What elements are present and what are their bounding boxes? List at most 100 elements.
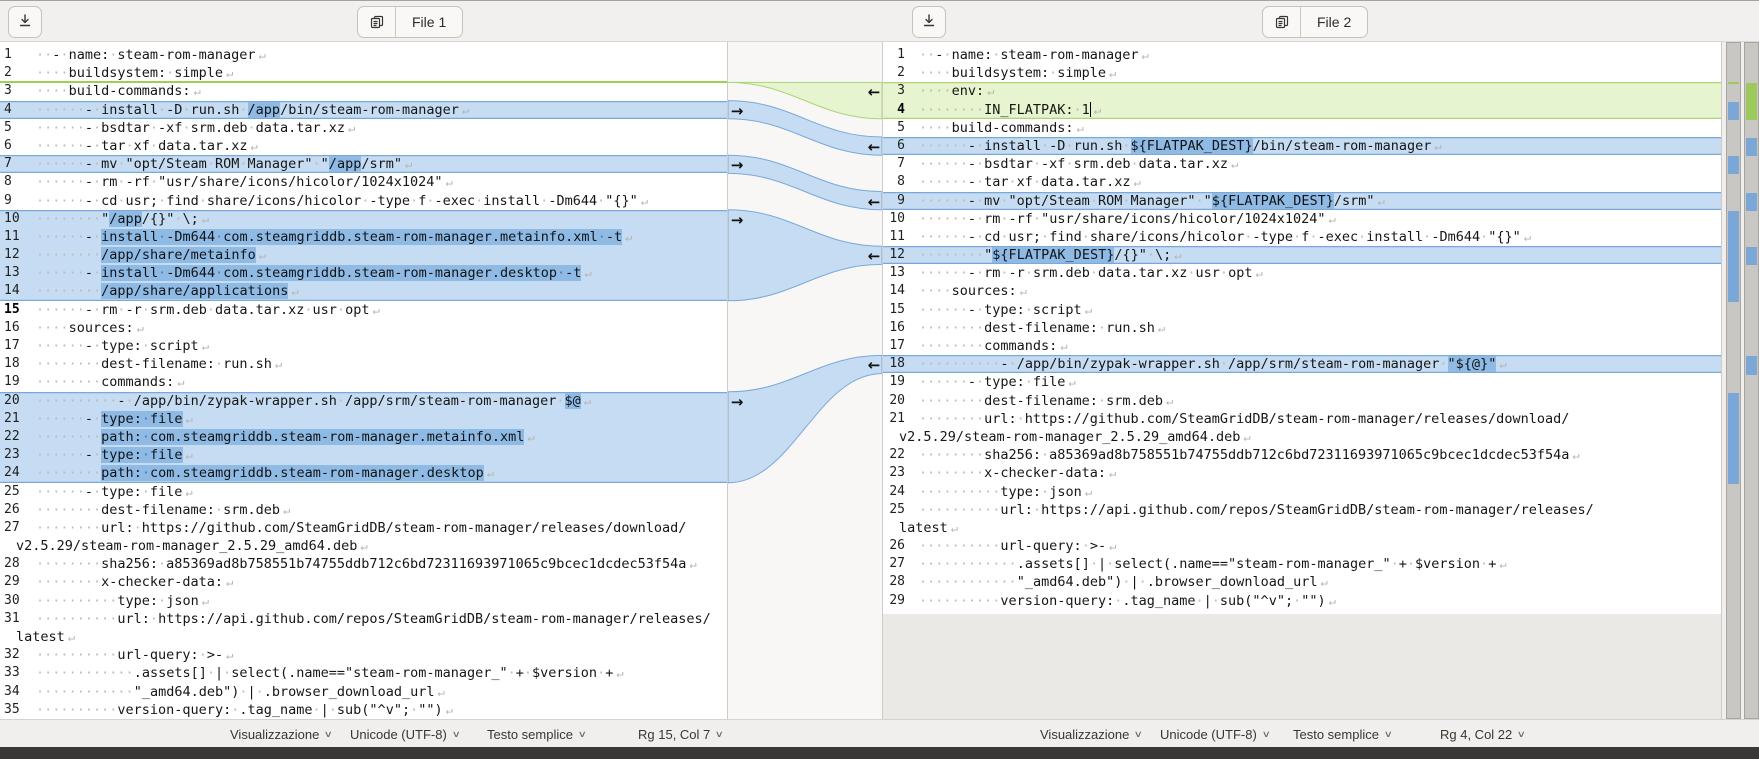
code-line[interactable]: 34············"_amd64.deb")·|·.browser_d… xyxy=(0,683,727,701)
statusbar-right-encoding-menu[interactable]: Unicode (UTF-8)∨ xyxy=(1160,720,1269,748)
code-line[interactable]: 17········commands:↵ xyxy=(883,337,1721,355)
code-line[interactable]: 29··········version-query:·.tag_name·|·s… xyxy=(883,592,1721,610)
file1-button[interactable]: File 1 xyxy=(357,6,463,38)
code-line[interactable]: 10········"/app/{}"·\;↵ xyxy=(0,210,727,228)
code-line[interactable]: 9······-·cd·usr;·find·share/icons/hicolo… xyxy=(0,192,727,210)
code-line[interactable]: 18········dest-filename:·run.sh↵ xyxy=(0,355,727,373)
code-line[interactable]: 19······-·type:·file↵ xyxy=(883,373,1721,391)
code-line[interactable]: 27········url:·https://github.com/SteamG… xyxy=(0,519,727,537)
code-line[interactable]: 3····env:↵ xyxy=(883,82,1721,100)
statusbar-left-cursor-position[interactable]: Rg 15, Col 7∨ xyxy=(638,720,723,748)
code-line[interactable]: 10······-·rm·-rf·"usr/share/icons/hicolo… xyxy=(883,210,1721,228)
code-line[interactable]: 25··········url:·https://api.github.com/… xyxy=(883,501,1721,519)
code-line[interactable]: 33············.assets[]·|·select(.name==… xyxy=(0,664,727,682)
push-change-left-arrow[interactable]: ← xyxy=(866,356,882,374)
code-line[interactable]: 1··-·name:·steam-rom-manager↵ xyxy=(883,46,1721,64)
code-line[interactable]: 22········sha256:·a85369ad8b758551b74755… xyxy=(883,446,1721,464)
code-line[interactable]: 31··········url:·https://api.github.com/… xyxy=(0,610,727,628)
code-line[interactable]: 28············"_amd64.deb")·|·.browser_d… xyxy=(883,573,1721,591)
code-line[interactable]: 22········path:·com.steamgriddb.steam-ro… xyxy=(0,428,727,446)
code-line[interactable]: 7······-·mv·"opt/Steam·ROM·Manager"·"/ap… xyxy=(0,155,727,173)
code-line[interactable]: 29········x-checker-data:↵ xyxy=(0,573,727,591)
newline-icon: ↵ xyxy=(348,121,355,135)
code-line[interactable]: 3····build-commands:↵ xyxy=(0,82,727,100)
code-line[interactable]: 6······-·tar·xf·data.tar.xz↵ xyxy=(0,137,727,155)
statusbar-left-view-menu[interactable]: Visualizzazione∨ xyxy=(230,720,332,748)
code-line[interactable]: 8······-·rm·-rf·"usr/share/icons/hicolor… xyxy=(0,173,727,191)
code-line[interactable]: 16········dest-filename:·run.sh↵ xyxy=(883,319,1721,337)
code-line[interactable]: 1··-·name:·steam-rom-manager↵ xyxy=(0,46,727,64)
code-line[interactable]: 14········/app/share/applications↵ xyxy=(0,282,727,300)
push-change-left-arrow[interactable]: ← xyxy=(866,138,882,156)
push-change-left-arrow[interactable]: ← xyxy=(866,193,882,211)
copy-icon[interactable] xyxy=(1263,7,1301,37)
code-line[interactable]: 4········IN_FLATPAK:·1↵ xyxy=(883,101,1721,119)
code-line[interactable]: 20··········-·/app/bin/zypak-wrapper.sh·… xyxy=(0,392,727,410)
code-line[interactable]: 20········dest-filename:·srm.deb↵ xyxy=(883,392,1721,410)
code-line[interactable]: 28········sha256:·a85369ad8b758551b74755… xyxy=(0,555,727,573)
code-line[interactable]: 4······-·install·-D·run.sh·/app/bin/stea… xyxy=(0,101,727,119)
code-line[interactable]: 32··········url-query:·>-↵ xyxy=(0,646,727,664)
statusbar-right-cursor-position[interactable]: Rg 4, Col 22∨ xyxy=(1440,720,1525,748)
diff-left-pane[interactable]: 1··-·name:·steam-rom-manager↵2····builds… xyxy=(0,42,728,719)
save-left-button[interactable] xyxy=(8,6,42,38)
code-line[interactable]: latest↵ xyxy=(0,628,727,646)
push-change-right-arrow[interactable]: → xyxy=(729,211,745,229)
push-change-left-arrow[interactable]: ← xyxy=(866,247,882,265)
push-change-right-arrow[interactable]: → xyxy=(729,102,745,120)
statusbar-right-syntax-menu[interactable]: Testo semplice∨ xyxy=(1293,720,1392,748)
code-line[interactable]: 26··········url-query:·>-↵ xyxy=(883,537,1721,555)
newline-icon: ↵ xyxy=(437,685,444,699)
code-line[interactable]: latest↵ xyxy=(883,519,1721,537)
file2-button[interactable]: File 2 xyxy=(1262,6,1368,38)
diff-right-pane[interactable]: 1··-·name:·steam-rom-manager↵2····builds… xyxy=(882,42,1722,719)
code-line[interactable]: v2.5.29/steam-rom-manager_2.5.29_amd64.d… xyxy=(0,537,727,555)
code-line[interactable]: 25······-·type:·file↵ xyxy=(0,483,727,501)
code-line[interactable]: 18··········-·/app/bin/zypak-wrapper.sh·… xyxy=(883,355,1721,373)
copy-icon[interactable] xyxy=(358,7,396,37)
code-line[interactable]: 12········/app/share/metainfo↵ xyxy=(0,246,727,264)
code-line[interactable]: 7······-·bsdtar·-xf·srm.deb·data.tar.xz↵ xyxy=(883,155,1721,173)
code-text: ··········version-query:·.tag_name·|·sub… xyxy=(883,592,1721,610)
code-line[interactable]: 16····sources:↵ xyxy=(0,319,727,337)
code-line[interactable]: 30··········type:·json↵ xyxy=(0,592,727,610)
code-line[interactable]: 9······-·mv·"opt/Steam·ROM·Manager"·"${F… xyxy=(883,192,1721,210)
line-number: 21 xyxy=(4,410,30,428)
overview-map-right[interactable] xyxy=(1744,42,1759,719)
statusbar-left-encoding-menu[interactable]: Unicode (UTF-8)∨ xyxy=(350,720,459,748)
code-line[interactable]: 26········dest-filename:·srm.deb↵ xyxy=(0,501,727,519)
save-right-button[interactable] xyxy=(912,6,946,38)
code-line[interactable]: 27············.assets[]·|·select(.name==… xyxy=(883,555,1721,573)
code-line[interactable]: 35··········version-query:·.tag_name·|·s… xyxy=(0,701,727,719)
code-line[interactable]: 8······-·tar·xf·data.tar.xz↵ xyxy=(883,173,1721,191)
code-line[interactable]: 11······-·install·-Dm644·com.steamgriddb… xyxy=(0,228,727,246)
code-line[interactable]: 13······-·rm·-r·srm.deb·data.tar.xz·usr·… xyxy=(883,264,1721,282)
push-change-right-arrow[interactable]: → xyxy=(729,393,745,411)
overview-map-left[interactable] xyxy=(1726,42,1741,719)
code-line[interactable]: 15······-·type:·script↵ xyxy=(883,301,1721,319)
code-line[interactable]: 23········x-checker-data:↵ xyxy=(883,464,1721,482)
code-line[interactable]: 11······-·cd·usr;·find·share/icons/hicol… xyxy=(883,228,1721,246)
statusbar-right-view-menu[interactable]: Visualizzazione∨ xyxy=(1040,720,1142,748)
push-change-left-arrow[interactable]: ← xyxy=(866,83,882,101)
code-line[interactable]: 21······-·type:·file↵ xyxy=(0,410,727,428)
statusbar-left-syntax-menu[interactable]: Testo semplice∨ xyxy=(487,720,586,748)
code-line[interactable]: 24··········type:·json↵ xyxy=(883,483,1721,501)
code-line[interactable]: 17······-·type:·script↵ xyxy=(0,337,727,355)
code-line[interactable]: 14····sources:↵ xyxy=(883,282,1721,300)
line-number: 16 xyxy=(4,319,30,337)
code-line[interactable]: 21········url:·https://github.com/SteamG… xyxy=(883,410,1721,428)
code-line[interactable]: 2····buildsystem:·simple↵ xyxy=(0,64,727,82)
code-line[interactable]: 24········path:·com.steamgriddb.steam-ro… xyxy=(0,464,727,482)
code-line[interactable]: 5······-·bsdtar·-xf·srm.deb·data.tar.xz↵ xyxy=(0,119,727,137)
code-line[interactable]: v2.5.29/steam-rom-manager_2.5.29_amd64.d… xyxy=(883,428,1721,446)
code-line[interactable]: 2····buildsystem:·simple↵ xyxy=(883,64,1721,82)
code-line[interactable]: 6······-·install·-D·run.sh·${FLATPAK_DES… xyxy=(883,137,1721,155)
code-line[interactable]: 5····build-commands:↵ xyxy=(883,119,1721,137)
push-change-right-arrow[interactable]: → xyxy=(729,156,745,174)
code-line[interactable]: 19········commands:↵ xyxy=(0,373,727,391)
code-line[interactable]: 23······-·type:·file↵ xyxy=(0,446,727,464)
code-line[interactable]: 15······-·rm·-r·srm.deb·data.tar.xz·usr·… xyxy=(0,301,727,319)
code-line[interactable]: 13······-·install·-Dm644·com.steamgriddb… xyxy=(0,264,727,282)
code-line[interactable]: 12········"${FLATPAK_DEST}/{}"·\;↵ xyxy=(883,246,1721,264)
